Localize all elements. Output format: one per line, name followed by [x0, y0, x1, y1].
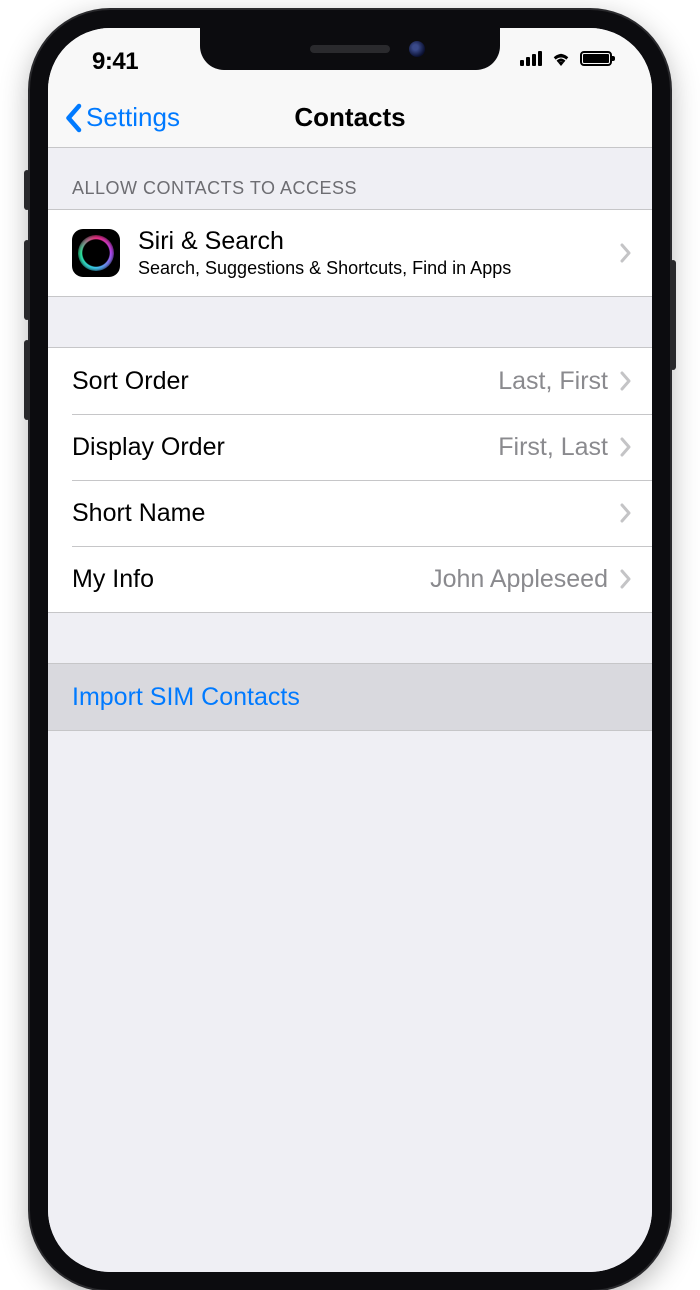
my-info-label: My Info — [72, 565, 154, 594]
group-spacer — [48, 731, 652, 771]
front-camera — [409, 41, 425, 57]
short-name-label: Short Name — [72, 499, 205, 528]
group-header-access: Allow Contacts to Access — [48, 148, 652, 209]
settings-scroll[interactable]: Allow Contacts to Access Siri & Search S… — [48, 148, 652, 1272]
volume-up-button — [24, 240, 30, 320]
row-import-sim-contacts[interactable]: Import SIM Contacts — [48, 664, 652, 730]
row-sort-order[interactable]: Sort Order Last, First — [48, 348, 652, 414]
status-indicators — [520, 50, 612, 66]
siri-icon — [72, 229, 120, 277]
wifi-icon — [550, 50, 572, 66]
speaker-grille — [310, 45, 390, 53]
group-import: Import SIM Contacts — [48, 663, 652, 731]
side-button — [670, 260, 676, 370]
sort-order-value: Last, First — [486, 367, 608, 396]
group-options: Sort Order Last, First Display Order Fir… — [48, 347, 652, 613]
group-spacer — [48, 297, 652, 347]
screen: 9:41 Settings Contacts Allow Contacts to… — [48, 28, 652, 1272]
chevron-right-icon — [620, 371, 632, 391]
group-spacer — [48, 613, 652, 663]
mute-switch — [24, 170, 30, 210]
phone-frame: 9:41 Settings Contacts Allow Contacts to… — [30, 10, 670, 1290]
notch — [200, 28, 500, 70]
row-short-name[interactable]: Short Name — [48, 480, 652, 546]
siri-subtitle: Search, Suggestions & Shortcuts, Find in… — [138, 258, 608, 279]
cellular-signal-icon — [520, 50, 542, 66]
chevron-right-icon — [620, 243, 632, 263]
row-my-info[interactable]: My Info John Appleseed — [48, 546, 652, 612]
chevron-right-icon — [620, 437, 632, 457]
page-title: Contacts — [48, 102, 652, 133]
display-order-label: Display Order — [72, 433, 225, 462]
my-info-value: John Appleseed — [418, 565, 608, 594]
display-order-value: First, Last — [486, 433, 608, 462]
chevron-right-icon — [620, 569, 632, 589]
row-siri-search[interactable]: Siri & Search Search, Suggestions & Shor… — [48, 210, 652, 296]
volume-down-button — [24, 340, 30, 420]
row-display-order[interactable]: Display Order First, Last — [48, 414, 652, 480]
siri-title: Siri & Search — [138, 227, 608, 256]
import-sim-label: Import SIM Contacts — [72, 683, 300, 712]
group-access: Siri & Search Search, Suggestions & Shor… — [48, 209, 652, 297]
chevron-right-icon — [620, 503, 632, 523]
sort-order-label: Sort Order — [72, 367, 189, 396]
status-time: 9:41 — [92, 48, 138, 76]
battery-icon — [580, 51, 612, 66]
